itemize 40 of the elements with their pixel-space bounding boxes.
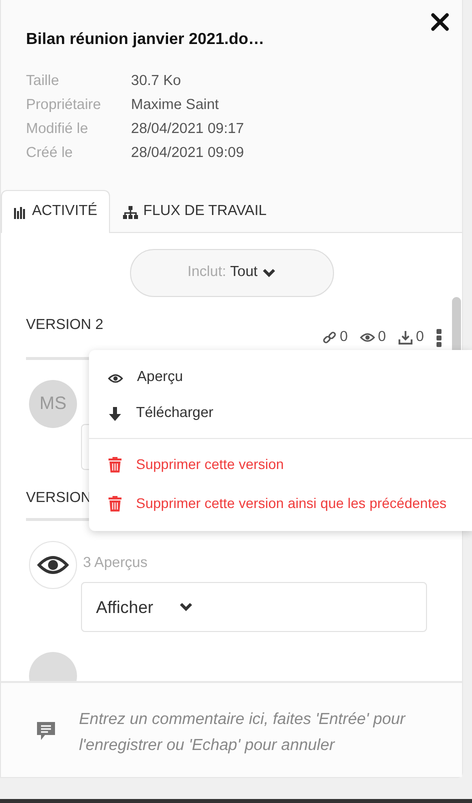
chevron-down-icon [262,268,276,278]
menu-item[interactable]: Supprimer cette version [89,445,472,484]
comment-icon [37,722,55,742]
menu-item[interactable]: Supprimer cette version ainsi que les précédentes [89,484,472,523]
download-icon [398,330,413,346]
detail-value: 30.7 Ko [131,72,182,91]
bar-chart-icon [14,206,27,218]
version-heading: VERSION [26,488,92,508]
show-dropdown[interactable]: Afficher [81,582,427,632]
eye-icon [360,332,375,344]
menu-item[interactable]: Aperçu [89,360,472,396]
detail-value: Maxime Saint [131,96,220,115]
detail-label: Modifié le [26,120,90,139]
menu-item[interactable]: Télécharger [89,396,472,432]
down-arrow-icon [108,406,122,422]
count: 0 [416,328,424,347]
avatar: MS [29,380,77,428]
eye-icon [108,372,123,384]
close-icon [430,12,450,32]
version-heading: VERSION 2 [26,316,104,335]
more-options-icon [436,328,442,347]
detail-value: 28/04/2021 09:17 [131,120,245,139]
trash-icon [108,456,122,473]
detail-label: Créé le [26,144,74,163]
count: 0 [340,328,348,347]
filter-dropdown[interactable]: Inclut: Tout [130,249,334,297]
count: 0 [378,328,386,347]
link-icon [322,330,337,346]
chevron-down-icon [179,602,194,612]
comment-field[interactable]: Entrez un commentaire ici, faites 'Entrée' pour l'enregistrer ou 'Echap' pour annuler [79,707,429,763]
hierarchy-icon [123,206,138,218]
tab[interactable]: ACTIVITÉ [1,190,110,233]
detail-value: 28/04/2021 09:09 [131,144,245,163]
file-title: Bilan réunion janvier 2021.do… [26,30,266,50]
detail-label: Taille [26,72,60,91]
detail-label: Propriétaire [26,96,102,115]
tab[interactable]: FLUX DE TRAVAIL [110,190,280,233]
activity-text: 3 Aperçus [83,554,148,572]
close-button[interactable] [428,10,452,34]
trash-icon [108,495,122,512]
